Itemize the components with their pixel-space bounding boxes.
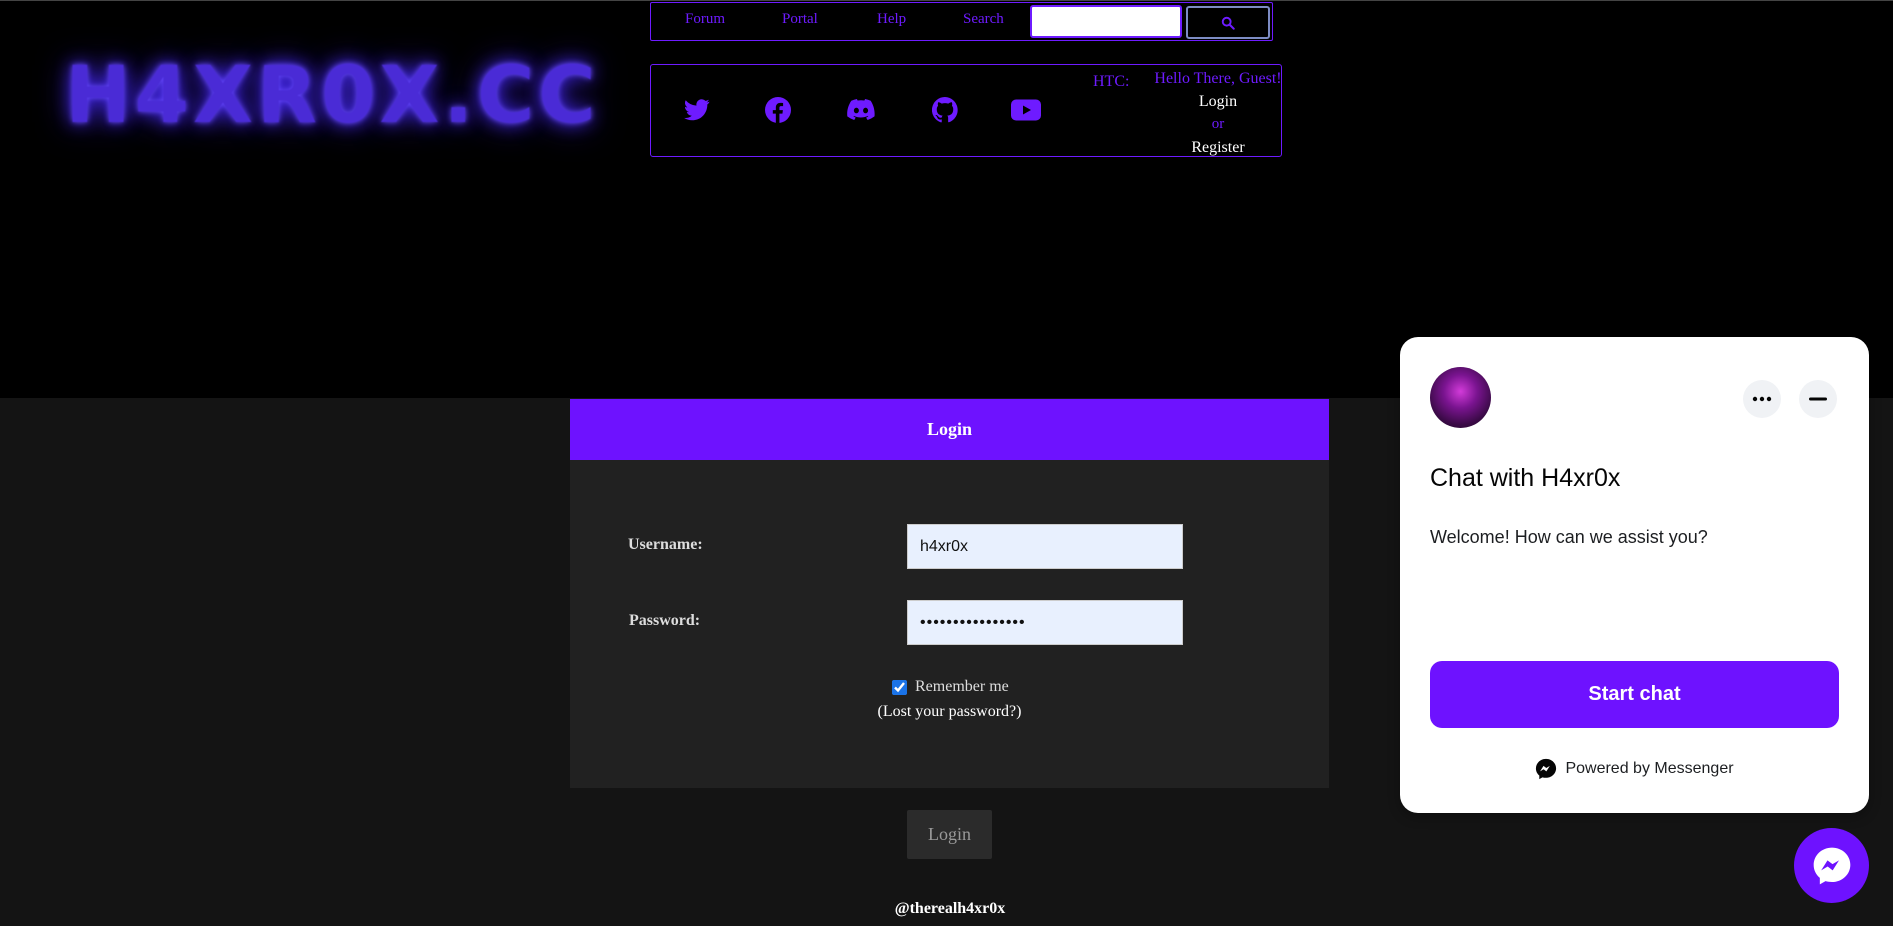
nav-help[interactable]: Help bbox=[877, 11, 906, 28]
social-bar: HTC: Hello There, Guest! Login or Regist… bbox=[650, 64, 1282, 157]
powered-by-text: Powered by Messenger bbox=[1565, 760, 1734, 777]
password-label: Password: bbox=[629, 612, 701, 629]
nav-search[interactable]: Search bbox=[963, 11, 1004, 28]
twitter-icon[interactable] bbox=[682, 95, 712, 125]
search-input[interactable] bbox=[1030, 5, 1182, 38]
footer-handle[interactable]: @therealh4xr0x bbox=[0, 900, 1893, 918]
login-header: Login bbox=[570, 399, 1329, 460]
minimize-icon bbox=[1809, 397, 1827, 401]
lost-password-link[interactable]: (Lost your password?) bbox=[570, 703, 1329, 721]
login-submit-button[interactable]: Login bbox=[907, 810, 992, 859]
avatar bbox=[1430, 367, 1491, 428]
remember-checkbox[interactable] bbox=[892, 679, 907, 695]
chat-welcome-message: Welcome! How can we assist you? bbox=[1430, 527, 1708, 547]
github-icon[interactable] bbox=[930, 95, 960, 125]
username-field[interactable] bbox=[907, 524, 1183, 569]
site-logo[interactable]: H4XR0X.CC bbox=[65, 41, 595, 151]
messenger-launcher-button[interactable] bbox=[1794, 828, 1869, 903]
more-options-button[interactable] bbox=[1743, 380, 1781, 418]
register-link[interactable]: Register bbox=[1191, 139, 1244, 156]
remember-me[interactable]: Remember me bbox=[892, 678, 1009, 696]
search-button[interactable] bbox=[1186, 6, 1270, 39]
messenger-icon bbox=[1813, 847, 1850, 884]
messenger-chat-widget: Chat with H4xr0x Welcome! How can we ass… bbox=[1400, 337, 1869, 813]
chat-title: Chat with H4xr0x bbox=[1430, 464, 1621, 492]
remember-label: Remember me bbox=[915, 678, 1009, 695]
search-icon bbox=[1221, 16, 1235, 30]
htc-label: HTC: bbox=[1093, 73, 1130, 90]
or-text: or bbox=[1211, 116, 1225, 132]
more-icon bbox=[1752, 396, 1772, 402]
discord-icon[interactable] bbox=[846, 95, 876, 125]
youtube-icon[interactable] bbox=[1011, 95, 1041, 125]
login-panel: Login Username: Password: Remember me (L… bbox=[570, 399, 1329, 788]
nav-forum[interactable]: Forum bbox=[685, 11, 725, 28]
username-label: Username: bbox=[628, 536, 703, 553]
facebook-icon[interactable] bbox=[763, 95, 793, 125]
minimize-button[interactable] bbox=[1799, 380, 1837, 418]
start-chat-button[interactable]: Start chat bbox=[1430, 661, 1839, 728]
nav-portal[interactable]: Portal bbox=[782, 11, 818, 28]
powered-by: Powered by Messenger bbox=[1400, 758, 1869, 780]
messenger-icon bbox=[1536, 758, 1557, 780]
top-nav: Forum Portal Help Search bbox=[650, 2, 1273, 41]
guest-greeting: Hello There, Guest! bbox=[1154, 70, 1282, 87]
guest-panel: Hello There, Guest! Login or Register bbox=[1148, 67, 1288, 159]
header-login-link[interactable]: Login bbox=[1199, 93, 1237, 110]
password-field[interactable] bbox=[907, 600, 1183, 645]
